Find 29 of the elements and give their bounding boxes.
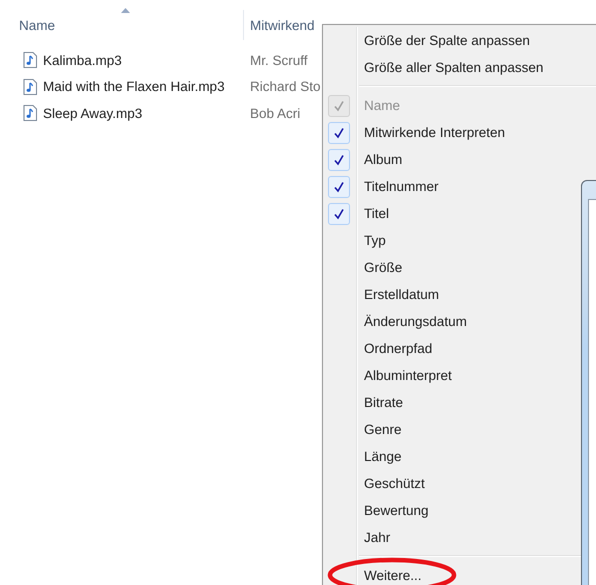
menu-item[interactable]: Größe aller Spalten anpassen — [326, 54, 596, 81]
menu-item[interactable]: Erstelldatum — [364, 287, 440, 302]
column-header[interactable]: Mitwirkend — [244, 10, 315, 40]
music-file-icon — [23, 78, 37, 95]
menu-item[interactable]: Bewertung — [364, 503, 429, 518]
file-name[interactable]: Maid with the Flaxen Hair.mp3 — [43, 79, 225, 94]
menu-item[interactable]: Genre — [364, 422, 402, 437]
menu-item[interactable]: Titel — [364, 206, 390, 221]
menu-item[interactable]: Größe der Spalte anpassen — [326, 27, 596, 54]
artist-cell-text: Bob Acri — [249, 106, 300, 121]
artist-cell-text: Richard Sto — [249, 79, 321, 94]
menu-item[interactable]: Mitwirkende Interpreten — [364, 125, 506, 140]
music-file-icon — [23, 105, 37, 122]
music-file-icon — [23, 52, 37, 68]
file-name[interactable]: Kalimba.mp3 — [43, 52, 122, 68]
menu-item[interactable]: Albuminterpret — [364, 368, 452, 383]
menu-item[interactable]: Jahr — [364, 530, 390, 545]
menu-item[interactable]: Größe — [364, 260, 402, 275]
menu-item[interactable]: Geschützt — [364, 476, 425, 491]
menu-item[interactable]: Bitrate — [364, 395, 404, 410]
menu-item[interactable]: Änderungsdatum — [364, 314, 467, 329]
artist-cell-text: Mr. Scruff — [249, 52, 308, 68]
menu-item[interactable]: Typ — [364, 233, 386, 248]
column-header[interactable]: Name — [0, 10, 244, 40]
menu-item[interactable]: Ordnerpfad — [364, 341, 432, 356]
menu-item[interactable]: Titelnummer — [364, 179, 439, 194]
menu-item[interactable]: Album — [364, 152, 402, 167]
file-name[interactable]: Sleep Away.mp3 — [43, 106, 142, 121]
menu-item[interactable]: Länge — [364, 449, 402, 464]
